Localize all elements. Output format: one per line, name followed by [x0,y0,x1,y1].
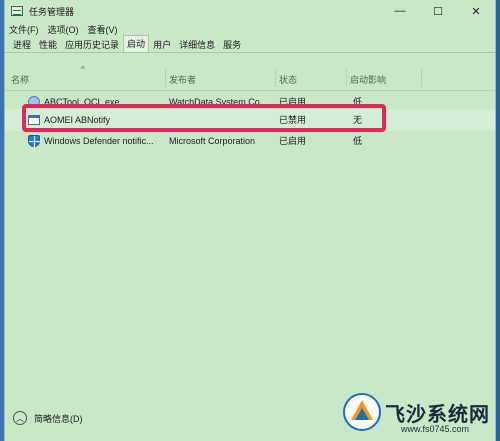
sort-ascending-icon: ^ [81,65,85,74]
menu-bar: 文件(F) 选项(O) 查看(V) [5,22,495,36]
tab-users[interactable]: 用户 [149,37,175,52]
startup-item-name: Windows Defender notific... [44,136,154,146]
startup-item-status: 已启用 [279,136,307,146]
watermark-url: www.fs0745.com [401,424,470,434]
fewer-details-link[interactable]: 简略信息(D) [34,412,83,425]
task-manager-window: 任务管理器 — ☐ ✕ 文件(F) 选项(O) 查看(V) 进程 性能 应用历史… [4,0,496,441]
watermark-logo-icon [343,393,381,431]
task-manager-app-icon [11,6,23,16]
startup-row[interactable]: Windows Defender notific... Microsoft Co… [5,130,495,152]
tab-startup[interactable]: 启动 [123,35,150,52]
shield-icon [28,135,40,147]
startup-item-publisher: Microsoft Corporation [169,136,256,146]
tab-app-history[interactable]: 应用历史记录 [61,37,123,52]
window-title: 任务管理器 [29,6,75,17]
tab-details[interactable]: 详细信息 [175,37,219,52]
menu-options[interactable]: 选项(O) [48,23,79,36]
column-divider[interactable] [421,69,422,87]
tab-performance[interactable]: 性能 [35,37,61,52]
startup-item-impact: 低 [353,136,363,146]
watermark-title: 飞沙系统网 [385,404,490,426]
highlight-annotation-box [22,104,386,132]
chevron-up-icon[interactable]: ︿ [13,411,27,425]
close-button[interactable]: ✕ [457,0,495,22]
site-watermark: 飞沙系统网 www.fs0745.com [341,390,491,438]
column-header-impact[interactable]: 启动影响 [350,73,386,86]
desktop-background-right [496,0,500,441]
tab-services[interactable]: 服务 [219,37,245,52]
column-header-name[interactable]: 名称 [11,73,29,86]
tab-strip: 进程 性能 应用历史记录 启动 用户 详细信息 服务 [5,35,495,53]
column-header-row: ^ 名称 发布者 状态 启动影响 [5,53,495,91]
maximize-button[interactable]: ☐ [419,0,457,22]
column-divider[interactable] [275,69,276,87]
menu-view[interactable]: 查看(V) [88,23,118,36]
column-divider[interactable] [165,69,166,87]
minimize-button[interactable]: — [381,0,419,22]
column-header-status[interactable]: 状态 [279,73,297,86]
column-divider[interactable] [346,69,347,87]
menu-file[interactable]: 文件(F) [9,23,39,36]
tab-processes[interactable]: 进程 [9,37,35,52]
title-bar[interactable]: 任务管理器 — ☐ ✕ [5,0,495,22]
column-header-publisher[interactable]: 发布者 [169,73,196,86]
